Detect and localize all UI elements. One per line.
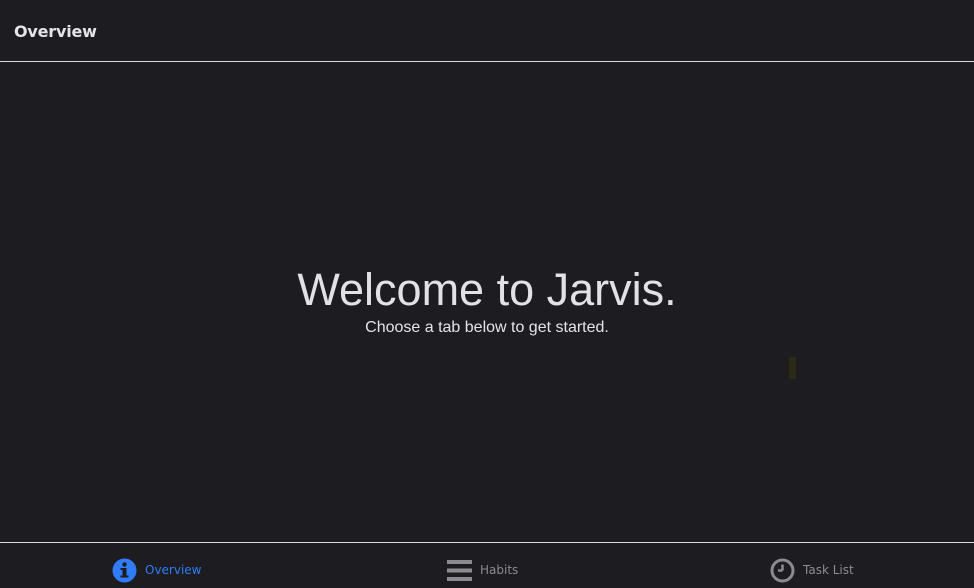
tab-task-list[interactable]: Task List [770, 556, 854, 584]
tab-habits-label: Habits [480, 563, 519, 577]
tab-habits[interactable]: Habits [447, 556, 518, 584]
clock-icon [770, 558, 795, 583]
welcome-subheading: Choose a tab below to get started. [365, 319, 609, 336]
main-content: Welcome to Jarvis. Choose a tab below to… [0, 63, 974, 542]
info-circle-icon [112, 558, 137, 583]
tab-overview-label: Overview [145, 563, 202, 577]
bottom-tab-bar: Overview Habits Task List [0, 542, 974, 588]
list-lines-icon [447, 558, 472, 583]
welcome-heading: Welcome to Jarvis. [297, 264, 677, 315]
header-bar: Overview [0, 0, 974, 62]
tab-task-list-label: Task List [803, 563, 854, 577]
page-title: Overview [14, 22, 97, 41]
tab-overview[interactable]: Overview [112, 556, 202, 584]
app-window: Overview Welcome to Jarvis. Choose a tab… [0, 0, 974, 588]
text-cursor-artifact [789, 357, 796, 379]
